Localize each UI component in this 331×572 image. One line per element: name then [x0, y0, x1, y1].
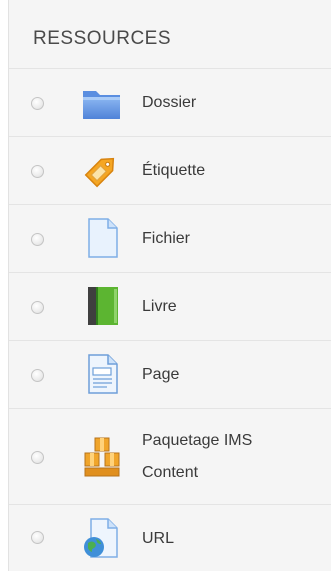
list-item-etiquette[interactable]: Étiquette	[9, 136, 331, 205]
radio-button[interactable]	[31, 233, 44, 246]
resources-panel: RESSOURCES Dossier Étiquette Fichier Liv…	[8, 0, 331, 571]
item-label: Paquetage IMS Content	[142, 432, 253, 481]
list-item-url[interactable]: URL	[9, 504, 331, 572]
radio-button[interactable]	[31, 531, 44, 544]
item-label: Étiquette	[142, 162, 206, 179]
radio-button[interactable]	[31, 97, 44, 110]
ims-package-icon	[79, 434, 125, 480]
tag-icon	[79, 147, 125, 193]
list-item-fichier[interactable]: Fichier	[9, 204, 331, 273]
folder-icon	[79, 79, 125, 125]
radio-button[interactable]	[31, 165, 44, 178]
list-item-page[interactable]: Page	[9, 340, 331, 409]
item-label: URL	[142, 530, 175, 547]
list-item-livre[interactable]: Livre	[9, 272, 331, 341]
list-item-paquetage-ims[interactable]: Paquetage IMS Content	[9, 408, 331, 505]
url-globe-icon	[79, 515, 125, 561]
item-label: Dossier	[142, 94, 197, 111]
page-icon	[79, 351, 125, 397]
item-label: Page	[142, 366, 180, 383]
radio-button[interactable]	[31, 369, 44, 382]
radio-button[interactable]	[31, 451, 44, 464]
book-icon	[79, 283, 125, 329]
item-label: Livre	[142, 298, 177, 315]
section-title: RESSOURCES	[33, 28, 172, 49]
item-label: Fichier	[142, 230, 191, 247]
list-item-dossier[interactable]: Dossier	[9, 68, 331, 137]
radio-button[interactable]	[31, 301, 44, 314]
file-icon	[79, 215, 125, 261]
